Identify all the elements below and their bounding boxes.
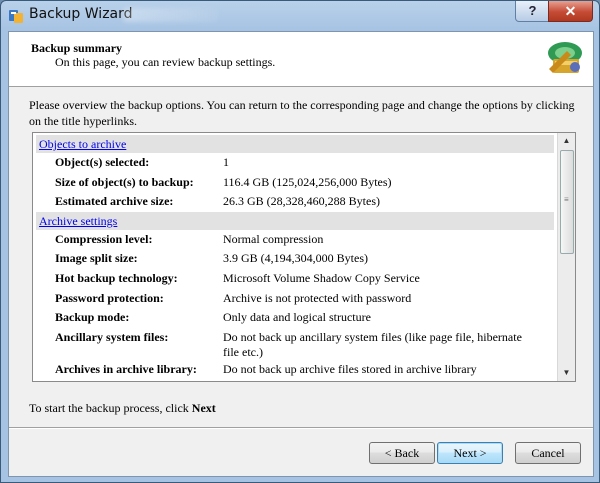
summary-row: Ancillary system files: Do not back up a… — [36, 328, 554, 360]
summary-row: Archives in archive library: Do not back… — [36, 360, 554, 380]
grip-icon: ≡ — [564, 195, 569, 204]
row-value: Only data and logical structure — [223, 310, 371, 325]
summary-row: Size of object(s) to backup: 116.4 GB (1… — [36, 173, 554, 193]
row-value: Microsoft Volume Shadow Copy Service — [223, 270, 420, 285]
objects-to-archive-link[interactable]: Objects to archive — [39, 137, 126, 151]
row-label: Object(s) selected: — [55, 155, 150, 169]
summary-row: Hot backup technology: Microsoft Volume … — [36, 269, 554, 289]
wizard-client-area: Backup summary On this page, you can rev… — [8, 31, 594, 477]
section-header-archive-settings: Archive settings — [36, 211, 554, 230]
page-title: Backup summary — [31, 41, 123, 55]
vertical-scrollbar[interactable]: ▲ ≡ ▼ — [557, 133, 575, 381]
row-label: Password protection: — [55, 290, 164, 305]
row-value: Archive is not protected with password — [223, 290, 412, 305]
scrollbar-thumb[interactable]: ≡ — [560, 150, 574, 254]
row-label: Size of object(s) to backup: — [55, 174, 194, 189]
row-value: 3.9 GB (4,194,304,000 Bytes) — [223, 251, 368, 266]
row-value: 26.3 GB (28,328,460,288 Bytes) — [223, 194, 380, 209]
summary-row: Image split size: 3.9 GB (4,194,304,000 … — [36, 249, 554, 269]
window-title: Backup Wizard — [29, 6, 133, 22]
row-value: Do not back up ancillary system files (l… — [223, 329, 522, 359]
blurred-title-area — [123, 8, 218, 22]
summary-row: Estimated archive size: 26.3 GB (28,328,… — [36, 192, 554, 212]
summary-row: Backup mode: Only data and logical struc… — [36, 308, 554, 328]
back-button[interactable]: < Back — [369, 442, 435, 464]
row-value: Do not back up archive files stored in a… — [223, 361, 477, 376]
archive-settings-link[interactable]: Archive settings — [39, 214, 117, 228]
summary-row: Compression level: Normal compression — [36, 230, 554, 250]
summary-panel[interactable]: Objects to archive Object(s) selected: 1… — [32, 132, 576, 382]
intro-text: Please overview the backup options. You … — [29, 98, 575, 128]
row-label: Image split size: — [55, 251, 138, 266]
page-subtitle: On this page, you can review backup sett… — [55, 55, 276, 69]
app-icon — [9, 10, 23, 23]
row-value: 1 — [223, 155, 229, 169]
summary-row: Object(s) selected: 1 — [36, 153, 554, 173]
footer-text-bold: Next — [191, 401, 216, 415]
summary-row: Password protection: Archive is not prot… — [36, 289, 554, 309]
row-label: Compression level: — [55, 231, 153, 246]
scroll-up-arrow-icon[interactable]: ▲ — [558, 133, 575, 149]
help-button[interactable]: ? — [515, 1, 550, 22]
next-button[interactable]: Next > — [437, 442, 503, 464]
row-value: 116.4 GB (125,024,256,000 Bytes) — [223, 174, 392, 189]
footer-text-prefix: To start the backup process, click — [29, 401, 192, 415]
footer-instruction: To start the backup process, click Next — [29, 401, 216, 416]
wizard-header: Backup summary On this page, you can rev… — [9, 32, 593, 87]
close-button[interactable]: ✕ — [548, 1, 593, 22]
cancel-button[interactable]: Cancel — [515, 442, 581, 464]
scroll-down-arrow-icon[interactable]: ▼ — [558, 365, 575, 381]
footer-separator — [9, 427, 593, 429]
row-label: Archives in archive library: — [55, 361, 197, 376]
row-value: Normal compression — [223, 231, 324, 246]
row-label: Estimated archive size: — [55, 194, 174, 209]
row-label: Ancillary system files: — [55, 329, 169, 344]
title-bar[interactable]: Backup Wizard ? ✕ — [1, 1, 599, 31]
row-label: Hot backup technology: — [55, 270, 178, 285]
backup-logo-icon — [545, 39, 585, 79]
wizard-window: Backup Wizard ? ✕ Backup summary On this… — [0, 0, 600, 483]
row-label: Backup mode: — [55, 310, 130, 325]
section-header-objects: Objects to archive — [36, 135, 554, 153]
summary-list: Objects to archive Object(s) selected: 1… — [36, 135, 554, 379]
